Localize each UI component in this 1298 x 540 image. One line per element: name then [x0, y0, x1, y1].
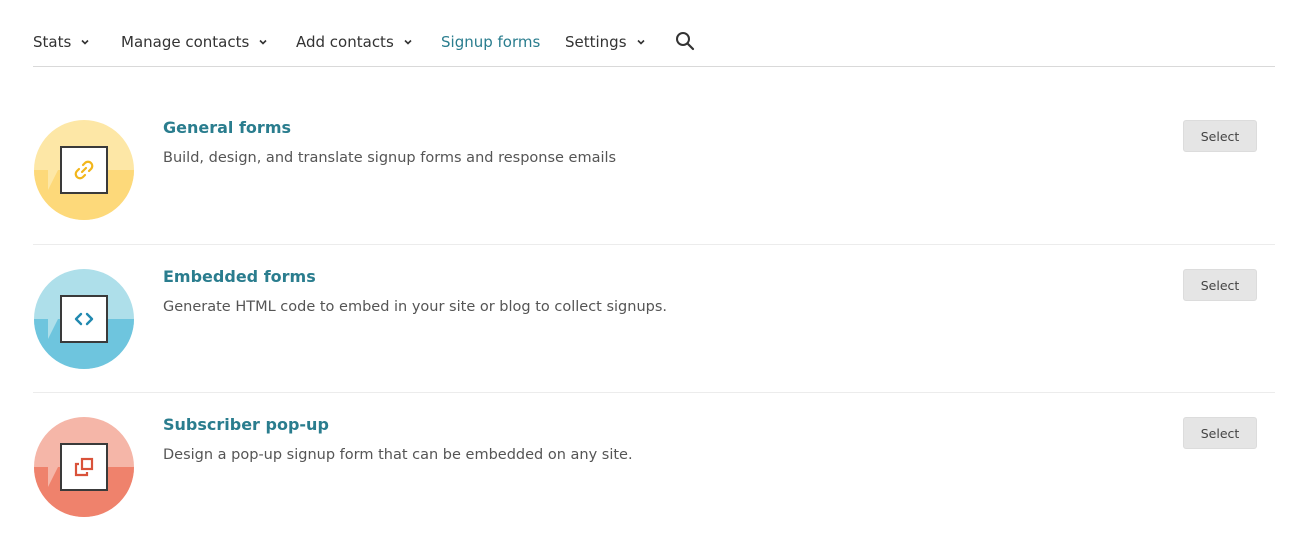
chevron-down-icon [404, 39, 412, 45]
popup-icon [60, 443, 108, 491]
nav-add-contacts[interactable]: Add contacts [296, 30, 413, 54]
subscriber-popup-badge [34, 417, 134, 517]
subscriber-popup-title[interactable]: Subscriber pop-up [163, 415, 329, 434]
chevron-down-icon [636, 39, 645, 45]
code-icon [60, 295, 108, 343]
nav-settings[interactable]: Settings [565, 30, 646, 54]
link-icon [60, 146, 108, 194]
form-option-embedded: Embedded forms Generate HTML code to emb… [33, 244, 1275, 392]
subscriber-popup-description: Design a pop-up signup form that can be … [163, 447, 633, 463]
nav-manage-contacts-label: Manage contacts [121, 33, 250, 51]
general-forms-description: Build, design, and translate signup form… [163, 150, 617, 166]
form-option-general: General forms Build, design, and transla… [33, 96, 1275, 244]
nav-manage-contacts[interactable]: Manage contacts [121, 30, 268, 54]
chevron-down-icon [81, 39, 89, 45]
embedded-forms-description: Generate HTML code to embed in your site… [163, 299, 668, 315]
general-forms-select-button[interactable]: Select [1183, 120, 1257, 152]
nav-stats-label: Stats [33, 33, 72, 51]
embedded-forms-select-button[interactable]: Select [1183, 269, 1257, 301]
nav-stats[interactable]: Stats [33, 30, 90, 54]
embedded-forms-title[interactable]: Embedded forms [163, 267, 316, 286]
general-forms-title[interactable]: General forms [163, 118, 291, 137]
nav-signup-forms[interactable]: Signup forms [441, 30, 540, 54]
chevron-down-icon [259, 39, 267, 45]
nav-signup-forms-label: Signup forms [441, 33, 541, 51]
search-icon[interactable] [675, 31, 695, 51]
general-forms-badge [34, 120, 134, 220]
subscriber-popup-select-button[interactable]: Select [1183, 417, 1257, 449]
form-option-popup: Subscriber pop-up Design a pop-up signup… [33, 392, 1275, 540]
nav-settings-label: Settings [565, 33, 627, 51]
nav-add-contacts-label: Add contacts [296, 33, 394, 51]
embedded-forms-badge [34, 269, 134, 369]
top-nav: Stats Manage contacts Add contacts Signu… [33, 0, 1275, 67]
